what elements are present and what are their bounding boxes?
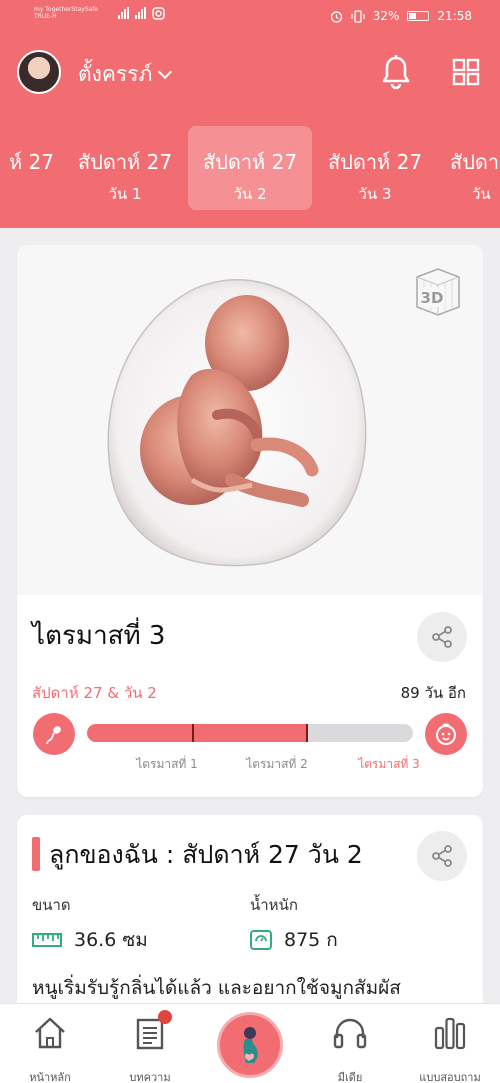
clock: 21:58 [437,9,472,23]
day-tab-day: วัน 2 [233,185,267,203]
day-tab[interactable]: ห์ 27 [0,126,64,210]
nav-survey[interactable]: แบบสอบถาม [400,1016,500,1083]
signal-2-icon [135,7,146,19]
baby-icon [436,723,456,745]
pregnancy-progress-bar [87,724,413,742]
day-tab-day: วัน 1 [108,185,142,203]
notification-bell-icon[interactable] [380,54,412,90]
profile-switcher[interactable]: ตั้งครรภ์ [78,58,173,91]
baby-card-title: ลูกของฉัน : สัปดาห์ 27 วัน 2 [49,840,363,869]
baby-description: หนูเริ่มรับรู้กลิ่นได้แล้ว และอยากใช้จมู… [32,977,401,999]
trimester-label-3: ไตรมาสที่ 3 [358,757,420,771]
weight-label: น้ำหนัก [250,896,298,914]
days-remaining: 89 วัน อีก [400,684,466,702]
status-right: 32% 21:58 [330,9,472,23]
nav-articles[interactable]: บทความ [100,1010,200,1083]
trimester-label-2: ไตรมาสที่ 2 [246,757,308,771]
app-header: ตั้งครรภ์ ห์ 27 สัปดาห์ 27 วัน 1 สัปดาห์… [0,36,500,228]
status-left: my TogetherStaySafe TRUE-H [34,6,165,20]
notification-badge [158,1010,172,1024]
carrier-text: my TogetherStaySafe TRUE-H [34,6,99,20]
nav-media-label: มีเดีย [337,1071,363,1083]
accent-bar [32,837,40,871]
fetus-3d-image[interactable]: 3D [17,245,483,595]
share-icon [432,845,452,867]
trimester-divider [306,724,308,742]
grid-menu-icon[interactable] [452,58,480,86]
sperm-icon [46,726,61,745]
nav-home-label: หน้าหลัก [29,1071,71,1083]
home-icon [35,1017,65,1049]
weight-stat: 875 ก [250,925,338,955]
trimester-label-1: ไตรมาสที่ 1 [136,757,198,771]
day-tab-week: สัปดา [450,150,500,174]
weight-value: 875 ก [284,929,338,951]
signal-icon [118,7,129,19]
day-tab-week: ห์ 27 [9,150,54,174]
day-tab-week: สัปดาห์ 27 [202,150,298,174]
status-bar: my TogetherStaySafe TRUE-H 32% 21:58 [0,0,500,36]
baby-info-card: ลูกของฉัน : สัปดาห์ 27 วัน 2 ขนาด น้ำหนั… [17,815,483,1025]
size-stat: 36.6 ซม [32,925,148,955]
battery-percent: 32% [372,9,400,23]
current-week-day: สัปดาห์ 27 & วัน 2 [32,684,157,702]
day-tab[interactable]: สัปดาห์ 27 วัน 1 [63,126,187,210]
nav-media[interactable]: มีเดีย [300,1016,400,1083]
trimester-card: 3D ไตรมาสที่ 3 สัปดาห์ 27 & วัน 2 89 วัน… [17,245,483,797]
instagram-icon [152,6,165,20]
day-tab[interactable]: สัปดาห์ 27 วัน 3 [313,126,437,210]
share-button[interactable] [417,612,467,662]
user-name: ตั้งครรภ์ [78,62,153,86]
3d-badge-text: 3D [421,289,444,307]
trimester-title: ไตรมาสที่ 3 [32,621,166,651]
day-tabs: ห์ 27 สัปดาห์ 27 วัน 1 สัปดาห์ 27 วัน 2 … [0,126,500,214]
chevron-down-icon [158,64,173,79]
nav-survey-label: แบบสอบถาม [419,1071,481,1083]
day-tab-day: วัน 3 [358,185,392,203]
bar-chart-icon [434,1017,466,1050]
baby-face-icon [425,713,467,755]
size-value: 36.6 ซม [74,929,148,951]
day-tab-week: สัปดาห์ 27 [77,150,173,174]
headphones-icon [333,1018,367,1049]
battery-icon [407,11,430,21]
trimester-divider [192,724,194,742]
size-label: ขนาด [32,896,71,914]
share-icon [432,626,452,648]
day-tab-active[interactable]: สัปดาห์ 27 วัน 2 [188,126,312,210]
3d-view-icon[interactable]: 3D [409,263,467,321]
nav-home[interactable]: หน้าหลัก [0,1016,100,1083]
bottom-nav: หน้าหลัก บทความ มีเดีย แบบสอบถาม [0,1003,500,1083]
progress-fill [87,724,308,742]
nav-pregnancy-center-button[interactable] [217,1012,283,1078]
vibrate-icon [351,9,365,23]
avatar[interactable] [17,50,61,94]
day-tab[interactable]: สัปดา วัน [438,126,500,210]
pregnant-woman-icon [243,1027,258,1063]
share-button[interactable] [417,831,467,881]
day-tab-week: สัปดาห์ 27 [327,150,423,174]
alarm-icon [330,10,342,23]
scale-icon [250,930,272,950]
day-tab-day: วัน [472,185,491,203]
conception-icon [33,713,75,755]
nav-articles-label: บทความ [129,1071,171,1083]
ruler-icon [32,933,62,947]
